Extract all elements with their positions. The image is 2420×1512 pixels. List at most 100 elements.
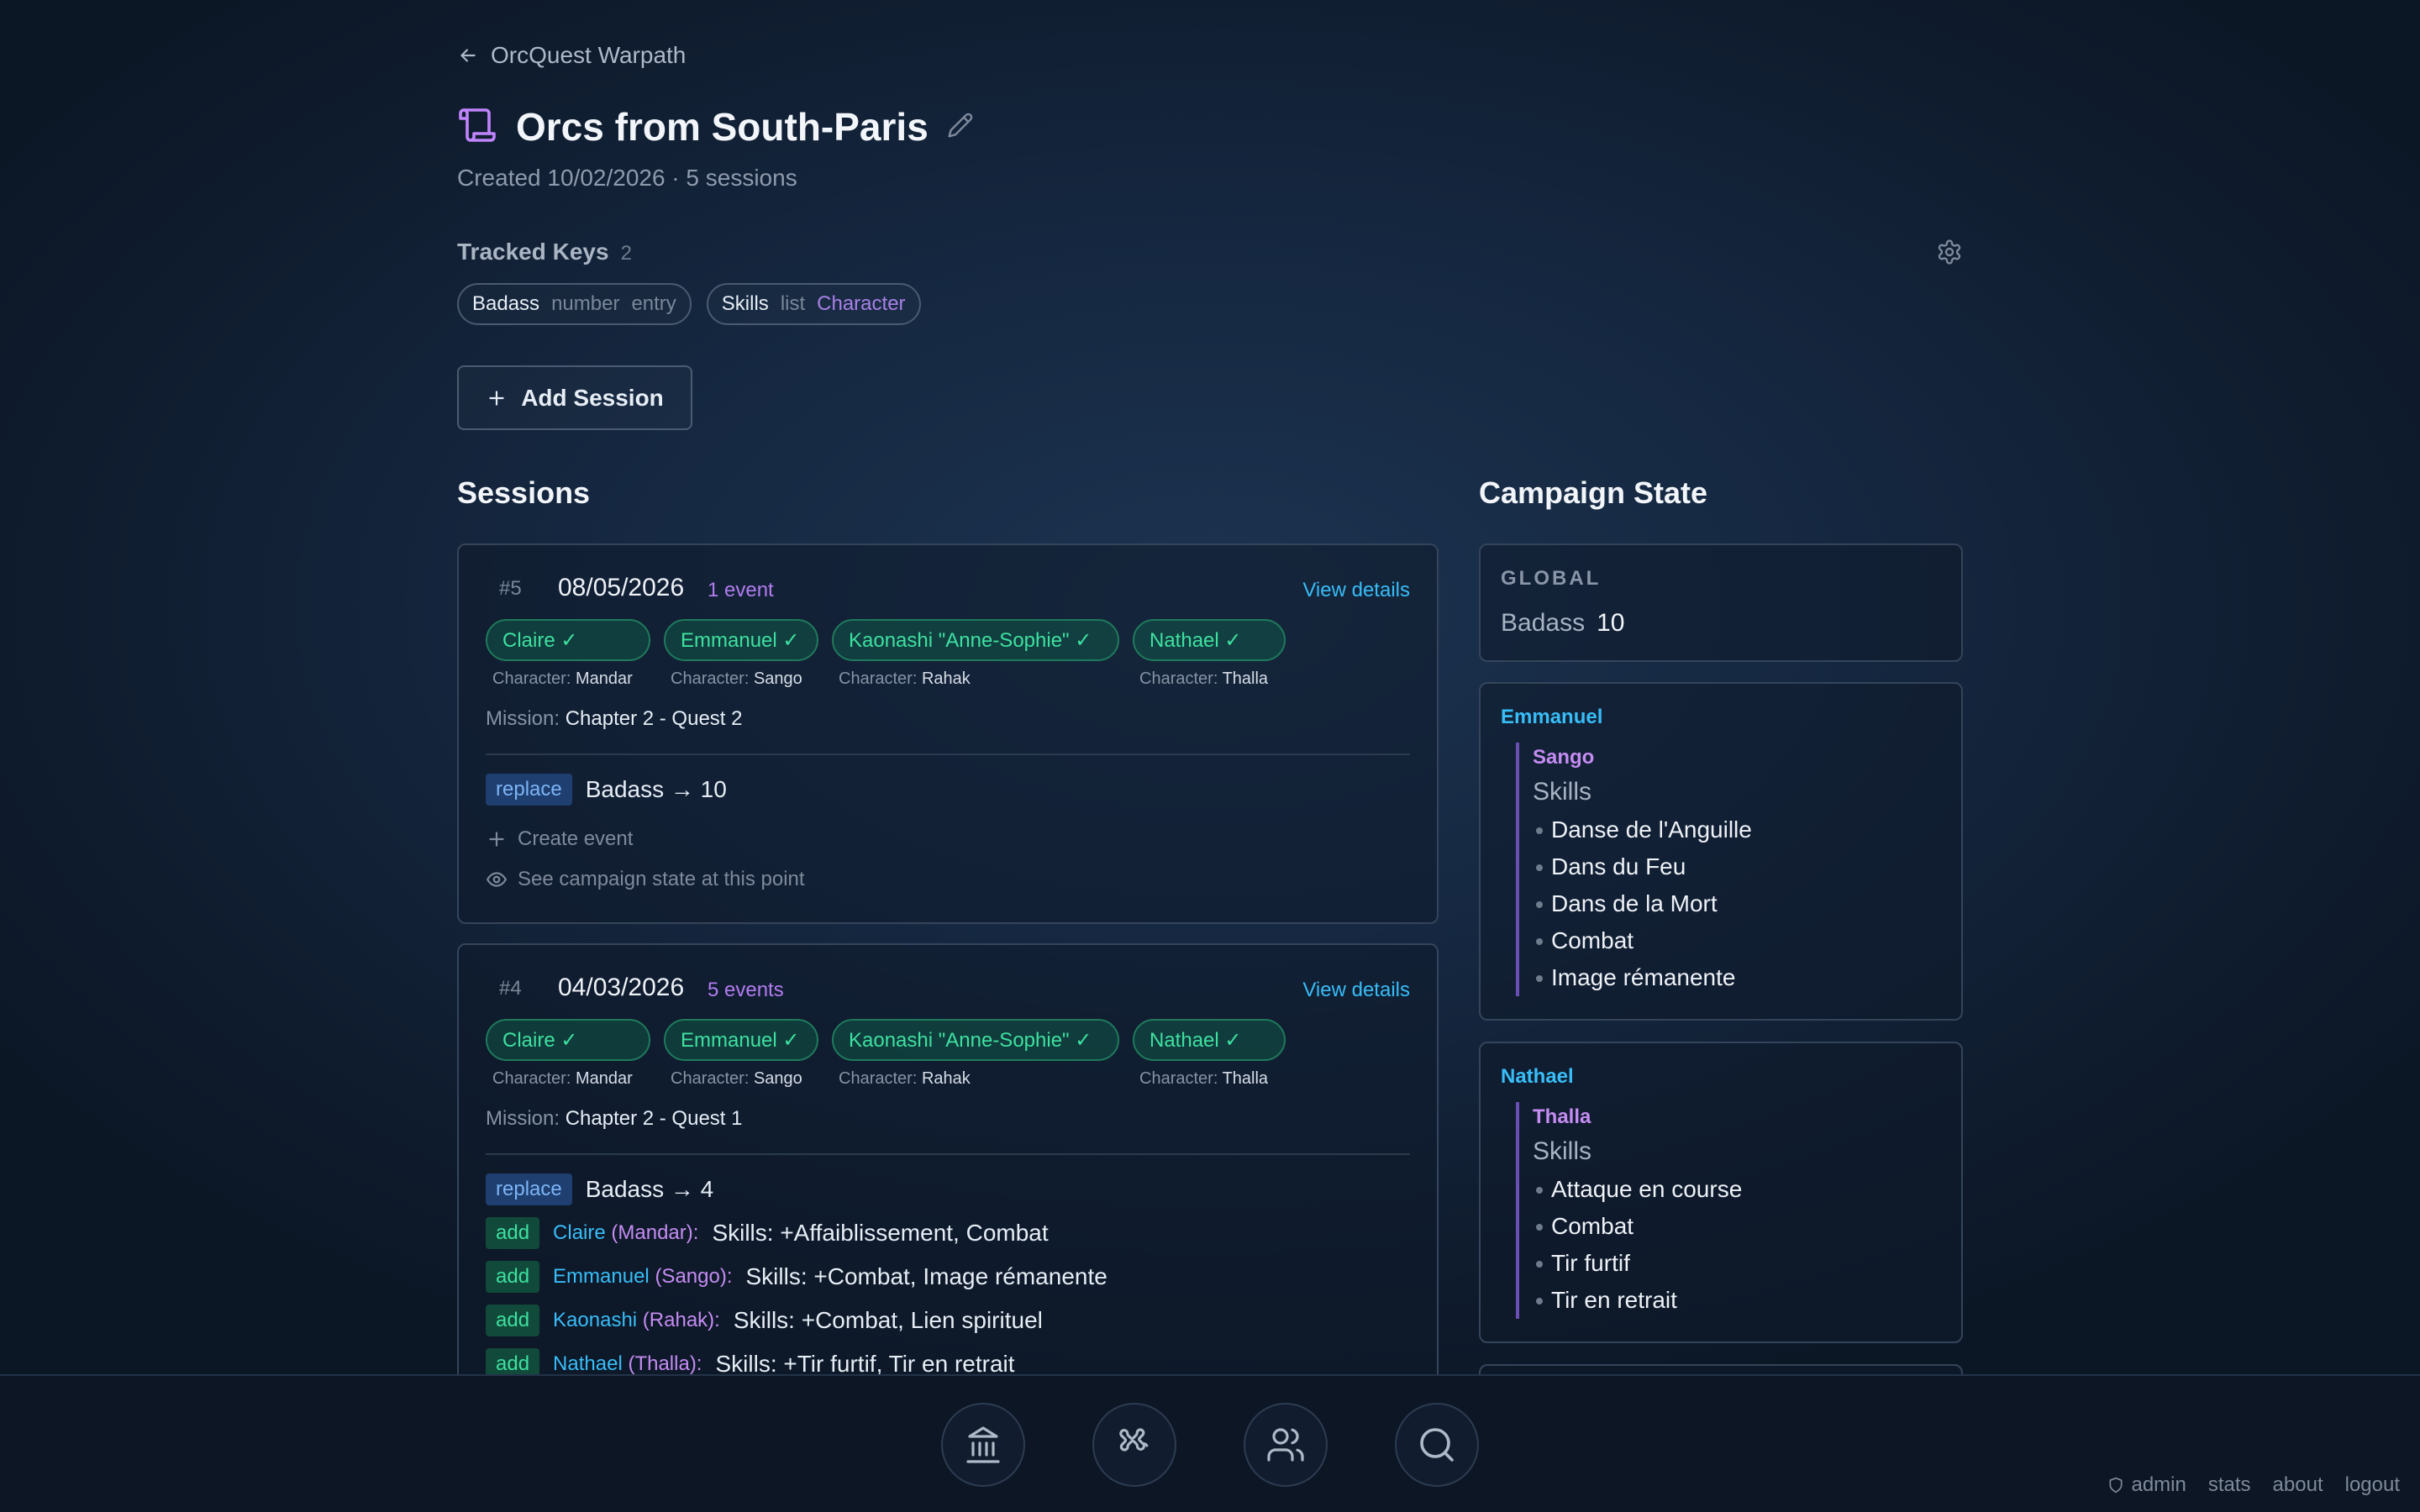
session-card: #4 04/03/2026 5 events View details Clai… — [457, 943, 1439, 1374]
campaign-meta: Created 10/02/2026 · 5 sessions — [457, 165, 797, 191]
session-number: #4 — [499, 977, 522, 1000]
participant-chip[interactable]: Nathael ✓ — [1133, 619, 1286, 661]
global-value-row: Badass 10 — [1501, 609, 1624, 638]
participant-chip[interactable]: Kaonashi "Anne-Sophie" ✓ — [832, 1019, 1119, 1061]
tracked-keys-count: 2 — [620, 242, 632, 265]
character-block: Thalla Skills Attaque en course Combat T… — [1516, 1102, 1742, 1319]
character-name[interactable]: Thalla — [1533, 1102, 1742, 1132]
event-count: 1 event — [708, 579, 774, 601]
state-player-card: Emmanuel Sango Skills Danse de l'Anguill… — [1479, 682, 1963, 1021]
admin-link[interactable]: admin — [2107, 1473, 2186, 1497]
sessions-heading: Sessions — [457, 475, 591, 510]
see-state-button[interactable]: See campaign state at this point — [486, 868, 805, 891]
add-session-label: Add Session — [521, 384, 664, 411]
event-row: add Emmanuel (Sango): Skills: +Combat, I… — [486, 1261, 1107, 1293]
global-key: Badass — [1501, 609, 1586, 637]
participant-character: Character: Thalla — [1139, 669, 1269, 688]
plus-icon — [489, 390, 504, 406]
state-player-card: Nathael Thalla Skills Attaque en course … — [1479, 1042, 1963, 1343]
skill-item: Danse de l'Anguille — [1533, 811, 1752, 848]
key-type: list — [780, 292, 806, 315]
participant-chip[interactable]: Nathael ✓ — [1133, 1019, 1286, 1061]
gear-icon[interactable] — [1936, 239, 1963, 265]
participant-character: Character: Mandar — [492, 1069, 633, 1088]
campaign-state-heading: Campaign State — [1479, 475, 1708, 510]
nav-modules-button[interactable] — [1092, 1403, 1176, 1487]
event-text: Badass → 10 — [585, 776, 727, 802]
skills-label: Skills — [1533, 1137, 1592, 1165]
logout-link[interactable]: logout — [2345, 1473, 2400, 1497]
nav-campaigns-button[interactable] — [941, 1403, 1025, 1487]
event-kind-badge: add — [486, 1217, 540, 1249]
scroll-icon — [457, 105, 497, 150]
session-mission: Mission: Chapter 2 - Quest 2 — [486, 707, 743, 730]
event-kind-badge: add — [486, 1305, 540, 1336]
session-number: #5 — [499, 577, 522, 600]
event-kind-badge: add — [486, 1261, 540, 1293]
session-date: 04/03/2026 — [558, 974, 685, 1001]
state-player-card — [1479, 1364, 1963, 1374]
tracked-key-chip[interactable]: Badass number entry — [457, 283, 692, 325]
tracked-keys-label: Tracked Keys — [457, 239, 609, 265]
character-name[interactable]: Sango — [1533, 743, 1752, 773]
see-state-label: See campaign state at this point — [518, 868, 805, 890]
event-target[interactable]: Nathael (Thalla): — [553, 1352, 702, 1374]
create-event-button[interactable]: Create event — [486, 827, 633, 851]
event-target[interactable]: Claire (Mandar): — [553, 1221, 698, 1245]
key-name: Skills — [721, 292, 769, 315]
event-text: Skills: +Combat, Image rémanente — [745, 1263, 1107, 1289]
participant-chip[interactable]: Claire ✓ — [486, 1019, 650, 1061]
shield-icon — [2109, 1477, 2123, 1494]
pencil-icon[interactable] — [947, 112, 974, 143]
page-content: OrcQuest Warpath Orcs from South-Paris C… — [457, 0, 1963, 1374]
participant-chip[interactable]: Kaonashi "Anne-Sophie" ✓ — [832, 619, 1119, 661]
skill-item: Tir furtif — [1533, 1245, 1742, 1282]
arrow-left-icon — [460, 49, 476, 62]
stats-link[interactable]: stats — [2208, 1473, 2251, 1497]
event-target[interactable]: Emmanuel (Sango): — [553, 1265, 732, 1289]
view-details-link[interactable]: View details — [1302, 579, 1410, 602]
view-details-link[interactable]: View details — [1302, 979, 1410, 1002]
divider — [486, 1153, 1410, 1155]
create-event-label: Create event — [518, 827, 634, 850]
participant-character: Character: Thalla — [1139, 1069, 1269, 1088]
key-name: Badass — [472, 292, 540, 315]
event-text: Badass → 4 — [585, 1176, 714, 1202]
tracked-keys-header: Tracked Keys 2 — [457, 239, 632, 265]
character-block: Sango Skills Danse de l'Anguille Dans du… — [1516, 743, 1752, 996]
state-global-card: GLOBAL Badass 10 — [1479, 543, 1963, 662]
key-scope: Character — [817, 292, 906, 315]
event-target[interactable]: Kaonashi (Rahak): — [553, 1309, 720, 1332]
participant-chip[interactable]: Claire ✓ — [486, 619, 650, 661]
back-link[interactable]: OrcQuest Warpath — [457, 42, 686, 69]
player-name[interactable]: Nathael — [1501, 1065, 1574, 1089]
footer-links: admin stats about logout — [2107, 1473, 2400, 1497]
participant-character: Character: Sango — [671, 1069, 802, 1088]
event-text: Skills: +Tir furtif, Tir en retrait — [715, 1351, 1015, 1374]
nav-players-button[interactable] — [1244, 1403, 1328, 1487]
event-text: Skills: +Combat, Lien spirituel — [733, 1307, 1043, 1333]
player-name[interactable]: Emmanuel — [1501, 706, 1602, 729]
nav-search-button[interactable] — [1395, 1403, 1479, 1487]
participant-chip[interactable]: Emmanuel ✓ — [664, 1019, 818, 1061]
event-row: add Nathael (Thalla): Skills: +Tir furti… — [486, 1348, 1015, 1374]
key-type: number — [551, 292, 620, 315]
skill-item: Attaque en course — [1533, 1171, 1742, 1208]
plus-icon — [489, 832, 504, 847]
global-value: 10 — [1597, 609, 1625, 637]
skills-label: Skills — [1533, 778, 1592, 806]
about-link[interactable]: about — [2273, 1473, 2323, 1497]
tracked-key-chip[interactable]: Skills list Character — [706, 283, 921, 325]
add-session-button[interactable]: Add Session — [457, 365, 692, 430]
bottom-nav-bar: admin stats about logout — [0, 1374, 2420, 1512]
participant-chip[interactable]: Emmanuel ✓ — [664, 619, 818, 661]
session-card: #5 08/05/2026 1 event View details Clair… — [457, 543, 1439, 924]
divider — [486, 753, 1410, 755]
admin-label: admin — [2131, 1473, 2186, 1496]
skill-item: Tir en retrait — [1533, 1282, 1742, 1319]
puzzle-icon — [1119, 1428, 1149, 1452]
skill-item: Image rémanente — [1533, 959, 1752, 996]
event-row: replace Badass → 4 — [486, 1173, 713, 1205]
event-row: add Kaonashi (Rahak): Skills: +Combat, L… — [486, 1305, 1043, 1336]
skill-item: Dans du Feu — [1533, 848, 1752, 885]
